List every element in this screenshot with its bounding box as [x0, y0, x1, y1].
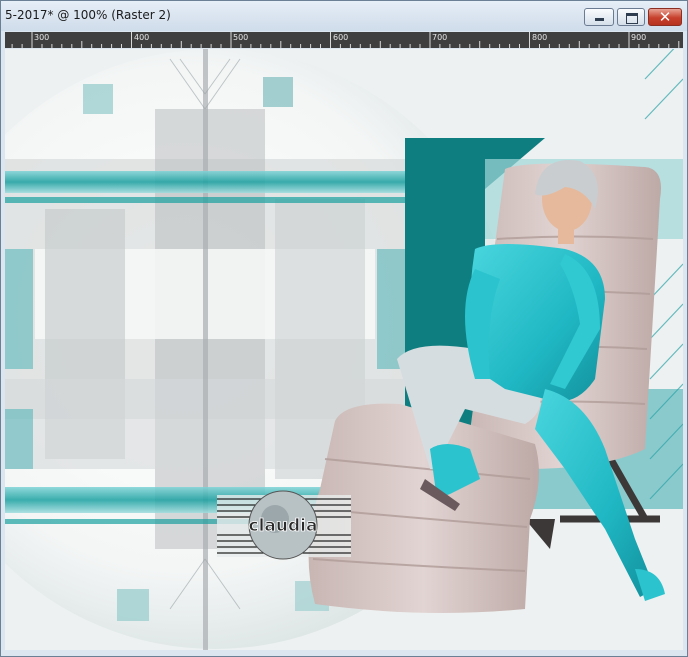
artwork: claudia: [5, 49, 683, 650]
horizontal-ruler[interactable]: 300 400 500 600 700 800 900: [5, 32, 683, 48]
image-window: 5-2017* @ 100% (Raster 2) ✕ 300 400 500 …: [0, 0, 688, 657]
ruler-label-500: 500: [233, 33, 249, 42]
ruler-label-300: 300: [34, 33, 50, 42]
minimize-icon: [595, 18, 604, 21]
close-icon: ✕: [658, 8, 672, 26]
close-button[interactable]: ✕: [648, 8, 682, 26]
ruler-label-400: 400: [134, 33, 150, 42]
ruler-label-600: 600: [333, 33, 349, 42]
ruler-label-900: 900: [631, 33, 647, 42]
maximize-icon: [626, 13, 638, 24]
window-title: 5-2017* @ 100% (Raster 2): [5, 8, 171, 22]
watermark-text: claudia: [249, 516, 318, 536]
watermark-logo: claudia: [217, 490, 351, 560]
ruler-label-700: 700: [432, 33, 448, 42]
maximize-button[interactable]: [617, 8, 645, 26]
minimize-button[interactable]: [584, 8, 614, 26]
image-canvas[interactable]: claudia: [5, 49, 683, 650]
ruler-label-800: 800: [532, 33, 548, 42]
title-bar[interactable]: 5-2017* @ 100% (Raster 2) ✕: [1, 1, 687, 31]
